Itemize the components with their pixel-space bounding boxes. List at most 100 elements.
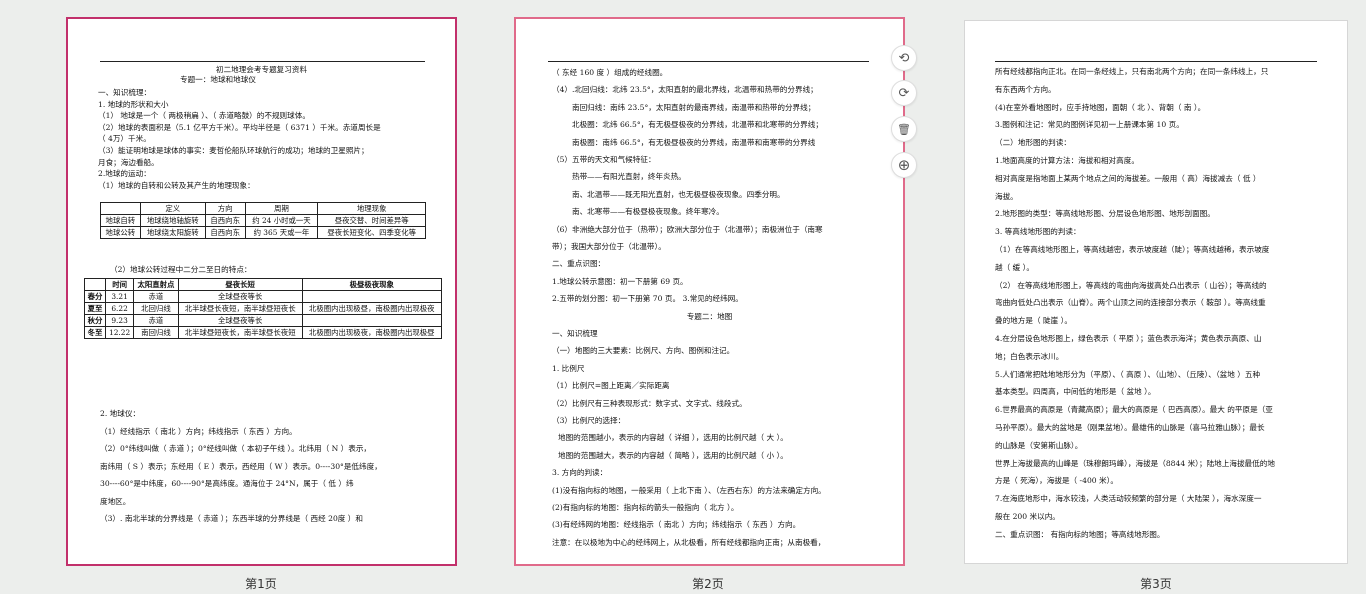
text-line: 南纬用（ S ）表示；东经用（ E ）表示，西经用（ W ）表示。0----30… <box>100 461 382 471</box>
doc-title: 初二地理会考专题复习资料 <box>215 65 308 74</box>
rotation-table: 定义 方向 周期 地理现象 地球自转 地球绕地轴旋转 自西向东约 24 小时或一天 昼夜交替、… <box>100 202 426 239</box>
header-rule <box>995 61 1317 62</box>
text-line: 带）；我国大部分位于（北温带）。 <box>552 242 666 251</box>
table-cell: 地球绕太阳旋转 <box>139 226 206 239</box>
text-line: （1）在等高线地形图上，等高线越密，表示坡度越（陡）；等高线越稀，表示坡度 <box>995 245 1270 254</box>
text-line: 6.世界最高的高原是（青藏高原）；最大的高原是（ 巴西高原）。最大 的平原是（亚 <box>995 405 1273 415</box>
rotate-left-button[interactable]: ⟲ <box>891 45 917 71</box>
page-label-1: 第1页 <box>245 577 277 591</box>
text-line: 3.图例和注记：常见的图例详见初一上册课本第 10 页。 <box>995 120 1184 130</box>
table-cell: 赤道 <box>133 314 179 327</box>
text-line: （3）能证明地球是球体的事实：麦哲伦船队环球航行的成功；地球的卫星照片； <box>98 146 369 155</box>
text-line: 方是（ 死海），海拔是（ -400 米）。 <box>995 476 1119 486</box>
table-row: 地球自转 地球绕地轴旋转 自西向东约 24 小时或一天 昼夜交替、时间差异等 <box>100 214 426 227</box>
text-line: 地图的范围越小，表示的内容越（ 详细 ），选用的比例尺越（ 大 ）。 <box>558 433 788 443</box>
table-cell: 北半球昼长夜短，南半球昼短夜长 <box>177 302 303 315</box>
table-cell: 春分 <box>83 290 107 303</box>
table-cell: 昼夜长短变化、四季变化等 <box>317 226 426 239</box>
text-line: 2.地球的运动： <box>98 169 151 179</box>
page-3-content: 所有经线都指向正北。在同一条经线上，只有南北两个方向；在同一条纬线上，只 有东西两… <box>965 21 1347 563</box>
text-line: 地；白色表示冰川。 <box>995 351 1064 361</box>
table-header-cell: 方向 <box>204 202 246 215</box>
table-cell: 全球昼夜等长 <box>177 290 303 303</box>
text-line: 3. 等高线地形图的判读： <box>995 227 1081 237</box>
text-line: （1） 地球是一个（ 两极稍扁 ）、（ 赤道略鼓）的不规则球体。 <box>98 111 310 121</box>
table-cell <box>301 314 442 327</box>
rotate-left-icon: ⟲ <box>898 50 910 66</box>
text-line: （2）比例尺有三种表现形式：数字式、文字式、线段式。 <box>552 398 747 408</box>
table-cell: 赤道 <box>133 290 179 303</box>
text-line: （2）0°纬线叫做（ 赤道 ）；0°经线叫做（ 本初子午线 ）。北纬用（ N ）… <box>100 444 372 453</box>
text-line: 4.在分层设色地形图上，绿色表示（ 平原 ）；蓝色表示海洋；黄色表示高原、山 <box>995 334 1262 343</box>
table-cell: 地球自转 <box>100 214 141 227</box>
table-header-cell: 太阳直射点 <box>133 278 179 291</box>
text-line: 1.地面高度的计算方法：海拔和相对高度。 <box>995 156 1139 165</box>
text-line: 南、北温带——既无阳光直射，也无极昼极夜现象。四季分明。 <box>572 189 785 199</box>
text-line: 南回归线：南纬 23.5°，太阳直射的最南界线，南温带和热带的分界线； <box>572 102 816 112</box>
table-cell: 地球公转 <box>100 226 141 239</box>
text-line: （1）经线指示（ 南北 ）方向；纬线指示（ 东西 ）方向。 <box>100 426 297 436</box>
text-line: 地图的范围越大，表示的内容越（ 简略 ），选用的比例尺越（ 小 ）。 <box>558 450 788 460</box>
text-line: 30----60°是中纬度，60----90°是高纬度。通海位于 24°N，属于… <box>100 479 354 488</box>
add-page-button[interactable]: ⊕ <box>891 152 917 178</box>
table-header-cell: 定义 <box>139 202 206 215</box>
page-thumbnail-3[interactable]: 所有经线都指向正北。在同一条经线上，只有南北两个方向；在同一条纬线上，只 有东西两… <box>964 20 1348 564</box>
table2-caption: （2）地球公转过程中二分二至日的特点： <box>110 265 252 274</box>
table-header-cell <box>83 278 107 291</box>
text-line: 2. 地球仪： <box>100 409 141 418</box>
text-line: 叠的地方是（ 陡崖 ）。 <box>995 316 1072 326</box>
table-header-cell: 地理现象 <box>317 202 426 215</box>
page-label-2: 第2页 <box>692 577 724 591</box>
text-line: 专题二：地图 <box>686 311 733 321</box>
text-line: （5）五带的天文和气候特征： <box>552 155 656 164</box>
text-line: 一、知识梳理 <box>552 329 598 338</box>
text-line: 般在 200 米以内。 <box>995 512 1060 521</box>
table-row: 春分 3.21 赤道 全球昼夜等长 <box>83 290 442 303</box>
table-row: 夏至 6.22 北回归线 北半球昼长夜短，南半球昼短夜长 北极圈内出现极昼，南极圈内出现… <box>83 302 442 315</box>
text-line: 马孙平原）。最大的盆地是（刚果盆地）。最雄伟的山脉是（喜马拉雅山脉）；最长 <box>995 423 1265 432</box>
text-line: （6）非洲绝大部分位于（热带）；欧洲大部分位于（北温带）；南极洲位于（南寒 <box>552 224 823 234</box>
text-line: 3. 方向的判读： <box>552 468 608 478</box>
table-cell: 全球昼夜等长 <box>177 314 303 327</box>
table-cell: 3.21 <box>105 290 135 303</box>
text-line: 海拔。 <box>995 191 1018 201</box>
text-line: 1. 地球的形状和大小 <box>98 99 169 109</box>
text-line: 南极圈：南纬 66.5°，有无极昼极夜的分界线，南温带和南寒带的分界线 <box>572 137 816 147</box>
table-cell: 自西向东 <box>204 226 246 239</box>
table-cell: 北极圈内出现极昼，南极圈内出现极夜 <box>301 302 442 315</box>
page-thumbnail-2[interactable]: （ 东经 160 度 ）组成的经线圈。 （4）.北回归线：北纬 23.5°，太阳直… <box>514 17 905 566</box>
table-cell: 约 365 天或一年 <box>244 226 319 239</box>
rotate-right-button[interactable]: ⟳ <box>891 80 917 106</box>
page-2-content: （ 东经 160 度 ）组成的经线圈。 （4）.北回归线：北纬 23.5°，太阳直… <box>516 19 903 564</box>
text-line: (2)有指向标的地图：指向标的箭头一般指向（ 北方 ）。 <box>552 503 739 512</box>
text-line: 热带——有阳光直射，终年炎热。 <box>572 172 686 182</box>
text-line: 弯曲向低处凸出表示（山脊）。两个山顶之间的连接部分表示（ 鞍部 ）。等高线重 <box>995 298 1266 308</box>
table-cell: 9.23 <box>105 314 135 327</box>
table-cell: 自西向东 <box>204 214 246 227</box>
trash-icon: 🗑 <box>897 122 911 136</box>
table-row: 地球公转 地球绕太阳旋转 自西向东约 365 天或一年 昼夜长短变化、四季变化等 <box>100 226 426 239</box>
text-line: （ 4万）千米。 <box>98 134 151 144</box>
solstice-table: 时间 太阳直射点 昼夜长短 极昼极夜现象 春分 3.21 赤道 全球昼夜等长 夏至 6.22 北回归… <box>83 278 442 339</box>
text-line: 5.人们通常把陆地地形分为（平原）、（ 高原 ）、（山地）、（丘陵）、（盆地 ）… <box>995 369 1261 379</box>
text-line: 7.在海底地形中，海水较浅，人类活动较频繁的部分是（ 大陆架 ），海水深度一 <box>995 494 1262 504</box>
table-row: 秋分 9.23 赤道 全球昼夜等长 <box>83 314 442 327</box>
text-line: （二）地形图的判读： <box>995 138 1071 148</box>
page-thumbnail-1[interactable]: 初二地理会考专题复习资料 专题一：地球和地球仪 一、知识梳理： 1. 地球的形状和… <box>66 17 457 566</box>
text-line: （3）. 南北半球的分界线是（ 赤道 ）；东西半球的分界线是（ 西经 20度 ）… <box>100 514 363 523</box>
table-cell: 北极圈内出现极夜，南极圈内出现极昼 <box>301 326 442 339</box>
text-line: 1. 比例尺 <box>552 363 585 373</box>
text-line: （一）地图的三大要素：比例尺、方向、图例和注记。 <box>552 346 735 356</box>
header-rule <box>548 61 869 62</box>
text-line: (1)没有指向标的地图，一般采用（ 上北下南 ）、（左西右东）的方法来确定方向。 <box>552 485 826 495</box>
text-line: （3）比例尺的选择： <box>552 416 626 425</box>
plus-circle-icon: ⊕ <box>897 156 911 174</box>
text-line: （4）.北回归线：北纬 23.5°，太阳直射的最北界线，北温带和热带的分界线； <box>552 85 818 95</box>
delete-page-button[interactable]: 🗑 <box>891 116 917 142</box>
text-line: 1.地球公转示意图：初一下册第 69 页。 <box>552 276 688 286</box>
table-cell: 约 24 小时或一天 <box>244 214 319 227</box>
text-line: 二、重点识图： <box>552 259 606 269</box>
table-row: 冬至 12.22 南回归线 北半球昼短夜长，南半球昼长夜短 北极圈内出现极夜，南极圈内出… <box>83 326 442 339</box>
table-cell: 秋分 <box>83 314 107 327</box>
text-line: 越（ 缓 ）。 <box>995 262 1034 272</box>
